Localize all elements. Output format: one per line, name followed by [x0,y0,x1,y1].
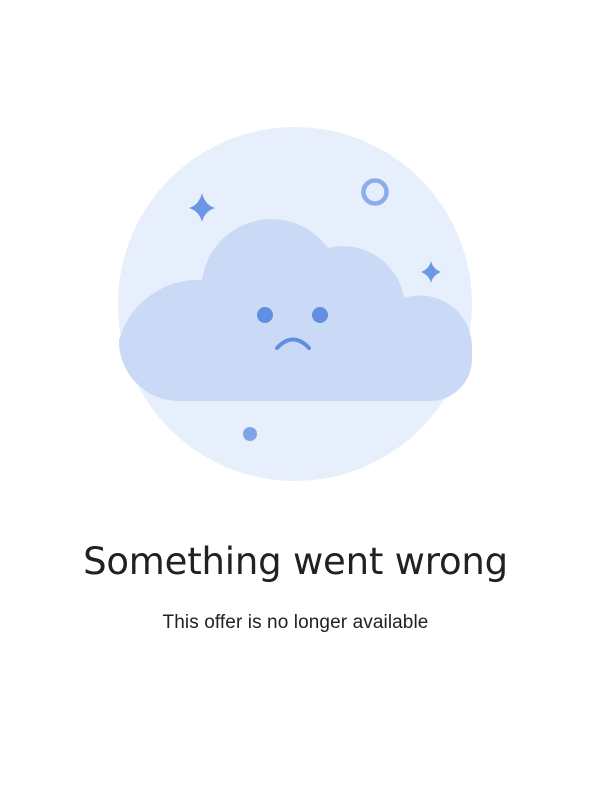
sad-cloud-illustration [118,127,473,481]
error-title: Something went wrong [83,540,508,583]
right-eye [312,307,328,323]
dot-icon [243,427,257,441]
left-eye [257,307,273,323]
error-message: This offer is no longer available [162,612,429,633]
error-page: Something went wrong This offer is no lo… [0,0,591,800]
